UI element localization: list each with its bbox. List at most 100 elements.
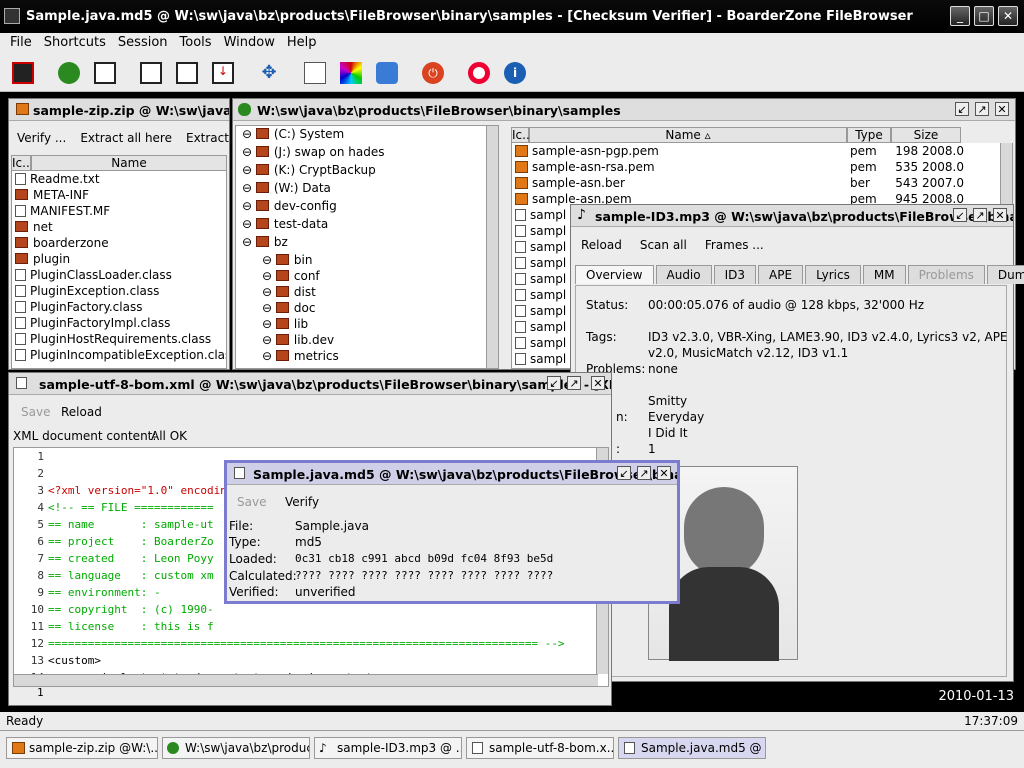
- close-button[interactable]: ✕: [998, 6, 1018, 26]
- task-folder[interactable]: W:\sw\java\bz\produc...: [162, 737, 310, 759]
- task-checksum[interactable]: Sample.java.md5 @ ...: [618, 737, 766, 759]
- task-mp3[interactable]: ♪ sample-ID3.mp3 @ ...: [314, 737, 462, 759]
- info-icon[interactable]: i: [504, 62, 526, 84]
- tree-node[interactable]: ⊖ bin: [236, 252, 498, 268]
- task-zip[interactable]: sample-zip.zip @W:\...: [6, 737, 158, 759]
- tree-node[interactable]: ⊖ test-data: [236, 216, 498, 232]
- extract-here-button[interactable]: Extract all here: [80, 131, 172, 145]
- col-icon-header[interactable]: Ic...: [511, 127, 534, 143]
- list-item[interactable]: PluginException.class: [12, 283, 226, 299]
- col-name-header[interactable]: Name ▵: [529, 127, 847, 143]
- lifebuoy-icon[interactable]: [468, 62, 490, 84]
- window-min-icon[interactable]: [140, 62, 162, 84]
- window-icon[interactable]: [94, 62, 116, 84]
- minimize-frame-button[interactable]: ↙: [547, 376, 561, 390]
- tree-node[interactable]: ⊖ (K:) CryptBackup: [236, 162, 498, 178]
- close-frame-button[interactable]: ✕: [591, 376, 605, 390]
- tree-node[interactable]: ⊖ lib: [236, 316, 498, 332]
- menu-help[interactable]: Help: [287, 35, 317, 50]
- window-down-icon[interactable]: ↓: [212, 62, 234, 84]
- tree-node[interactable]: ⊖ (C:) System: [236, 126, 498, 142]
- maximize-frame-button[interactable]: ↗: [973, 208, 987, 222]
- tab-mm[interactable]: MM: [862, 265, 906, 284]
- maximize-frame-button[interactable]: ↗: [637, 466, 651, 480]
- tree-node[interactable]: ⊖ metrics: [236, 348, 498, 364]
- tree-icon[interactable]: [58, 62, 80, 84]
- list-item[interactable]: MANIFEST.MF: [12, 203, 226, 219]
- tree-node[interactable]: ⊖ conf: [236, 268, 498, 284]
- menu-window[interactable]: Window: [224, 35, 275, 50]
- tree-node[interactable]: ⊖ doc: [236, 300, 498, 316]
- checksum-title-bar[interactable]: Sample.java.md5 @ W:\sw\java\bz\products…: [227, 463, 677, 485]
- tab-audio[interactable]: Audio: [655, 265, 712, 284]
- tree-node[interactable]: ⊖ bz: [236, 234, 498, 250]
- folder-title-bar[interactable]: W:\sw\java\bz\products\FileBrowser\binar…: [233, 99, 1015, 121]
- menu-tools[interactable]: Tools: [180, 35, 212, 50]
- tab-ape[interactable]: APE: [758, 265, 804, 284]
- menu-shortcuts[interactable]: Shortcuts: [44, 35, 106, 50]
- notes-icon[interactable]: [304, 62, 326, 84]
- tree-node[interactable]: ⊖ dist: [236, 284, 498, 300]
- close-frame-button[interactable]: ✕: [995, 102, 1009, 116]
- table-row[interactable]: sample-asn.ber ber 543 2007.0: [512, 175, 1012, 191]
- tree-node[interactable]: ⊖ (J:) swap on hades: [236, 144, 498, 160]
- editor-hscrollbar[interactable]: [14, 674, 598, 686]
- power-icon[interactable]: ⏻: [422, 62, 444, 84]
- col-icon-header[interactable]: Ic...: [11, 155, 34, 171]
- tab-dump[interactable]: Dump: [986, 265, 1024, 284]
- list-item[interactable]: boarderzone: [12, 235, 226, 251]
- menu-file[interactable]: File: [10, 35, 32, 50]
- col-name-header[interactable]: Name: [31, 155, 227, 171]
- list-item[interactable]: META-INF: [12, 187, 226, 203]
- reload-button[interactable]: Reload: [61, 405, 102, 419]
- move-icon[interactable]: ✥: [258, 62, 280, 84]
- minimize-frame-button[interactable]: ↙: [955, 102, 969, 116]
- tree-node[interactable]: ⊖ dev-config: [236, 198, 498, 214]
- xml-title-bar[interactable]: sample-utf-8-bom.xml @ W:\sw\java\bz\pro…: [9, 373, 611, 395]
- col-type-header[interactable]: Type: [847, 127, 891, 143]
- minimize-button[interactable]: _: [950, 6, 970, 26]
- tree-node[interactable]: ⊖ (W:) Data: [236, 180, 498, 196]
- zip-title-bar[interactable]: sample-zip.zip @ W:\sw\java\bz\pro: [9, 99, 229, 121]
- verify-button[interactable]: Verify: [285, 495, 319, 509]
- list-item[interactable]: Readme.txt: [12, 171, 226, 187]
- maximize-frame-button[interactable]: ↗: [975, 102, 989, 116]
- close-frame-button[interactable]: ✕: [993, 208, 1007, 222]
- list-item[interactable]: PluginHostRequirements.class: [12, 331, 226, 347]
- tab-id3[interactable]: ID3: [713, 265, 757, 284]
- tree-scrollbar[interactable]: [486, 126, 498, 368]
- list-item[interactable]: PluginFactoryImpl.class: [12, 315, 226, 331]
- close-frame-button[interactable]: ✕: [657, 466, 671, 480]
- minimize-frame-button[interactable]: ↙: [953, 208, 967, 222]
- mp3-title-bar[interactable]: ♪ sample-ID3.mp3 @ W:\sw\java\bz\product…: [571, 205, 1013, 227]
- list-item[interactable]: plugin: [12, 251, 226, 267]
- reload-button[interactable]: Reload: [581, 238, 622, 252]
- refresh-icon[interactable]: [376, 62, 398, 84]
- folder-icon: [275, 350, 289, 361]
- exit-icon[interactable]: [12, 62, 34, 84]
- tab-lyrics[interactable]: Lyrics: [805, 265, 861, 284]
- color-grid-icon[interactable]: [340, 62, 362, 84]
- minimize-frame-button[interactable]: ↙: [617, 466, 631, 480]
- list-item[interactable]: PluginClassLoader.class: [12, 267, 226, 283]
- tab-problems[interactable]: Problems: [907, 265, 985, 284]
- verify-button[interactable]: Verify ...: [17, 131, 66, 145]
- menu-session[interactable]: Session: [118, 35, 168, 50]
- save-button[interactable]: Save: [237, 495, 266, 509]
- list-item[interactable]: PluginIncompatibleException.class: [12, 347, 226, 363]
- table-row[interactable]: sample-asn-rsa.pem pem 535 2008.0: [512, 159, 1012, 175]
- col-size-header[interactable]: Size: [891, 127, 961, 143]
- frames-button[interactable]: Frames ...: [705, 238, 764, 252]
- list-item[interactable]: PluginFactory.class: [12, 299, 226, 315]
- task-xml[interactable]: sample-utf-8-bom.x...: [466, 737, 614, 759]
- tab-overview[interactable]: Overview: [575, 265, 654, 284]
- window-icon[interactable]: [176, 62, 198, 84]
- save-button[interactable]: Save: [21, 405, 50, 419]
- table-row[interactable]: sample-asn-pgp.pem pem 198 2008.0: [512, 143, 1012, 159]
- tree-node[interactable]: ⊖ lib.dev: [236, 332, 498, 348]
- maximize-frame-button[interactable]: ↗: [567, 376, 581, 390]
- list-item[interactable]: net: [12, 219, 226, 235]
- status-value: 00:00:05.076 of audio @ 128 kbps, 32'000…: [648, 298, 925, 312]
- scan-all-button[interactable]: Scan all: [640, 238, 687, 252]
- maximize-button[interactable]: □: [974, 6, 994, 26]
